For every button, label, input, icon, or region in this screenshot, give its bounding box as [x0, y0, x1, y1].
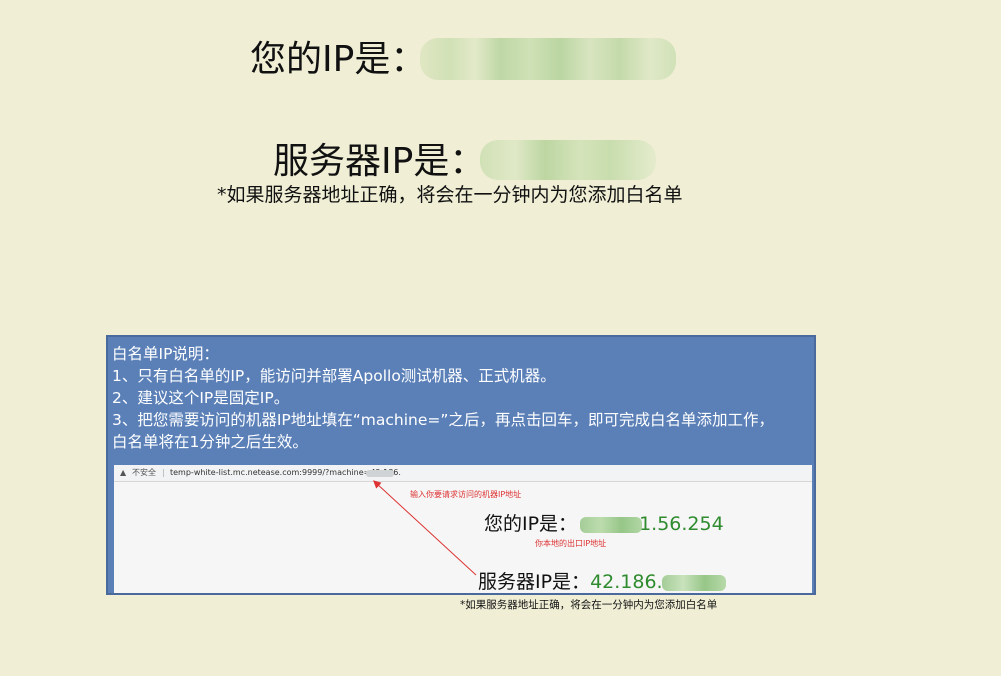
instructions-heading: 白名单IP说明：: [112, 345, 219, 363]
example-your-ip-label: 您的IP是：: [484, 513, 578, 535]
your-ip-line: 您的IP是：: [250, 38, 426, 82]
your-ip-value-redacted: [420, 38, 676, 80]
server-ip-label: 服务器IP是：: [273, 141, 486, 182]
instruction-line-1: 1、只有白名单的IP，能访问并部署Apollo测试机器、正式机器。: [112, 367, 556, 385]
example-server-ip: 服务器IP是：42.186.: [478, 569, 663, 593]
instructions-text: 白名单IP说明： 1、只有白名单的IP，能访问并部署Apollo测试机器、正式机…: [112, 343, 812, 453]
example-server-ip-value: 42.186.: [590, 571, 663, 593]
example-server-ip-redacted: [662, 575, 726, 591]
instructions-panel: 白名单IP说明： 1、只有白名单的IP，能访问并部署Apollo测试机器、正式机…: [106, 335, 816, 595]
server-ip-line: 服务器IP是：: [273, 140, 485, 184]
instruction-line-4: 白名单将在1分钟之后生效。: [112, 433, 308, 451]
whitelist-notice: *如果服务器地址正确，将会在一分钟内为您添加白名单: [217, 184, 683, 206]
example-notice: *如果服务器地址正确，将会在一分钟内为您添加白名单: [460, 599, 718, 611]
your-ip-label: 您的IP是：: [250, 39, 427, 80]
annotation-input: 输入你要请求访问的机器IP地址: [410, 490, 522, 499]
example-your-ip-redacted: [580, 517, 642, 533]
annotation-local: 你本地的出口IP地址: [535, 539, 607, 548]
example-screenshot: ▲ 不安全 | temp-white-list.mc.netease.com:9…: [114, 465, 812, 593]
example-server-ip-label: 服务器IP是：: [478, 571, 591, 593]
server-ip-value-redacted: [480, 140, 656, 180]
instruction-line-3: 3、把您需要访问的机器IP地址填在“machine=”之后，再点击回车，即可完成…: [112, 411, 774, 429]
instruction-line-2: 2、建议这个IP是固定IP。: [112, 389, 290, 407]
